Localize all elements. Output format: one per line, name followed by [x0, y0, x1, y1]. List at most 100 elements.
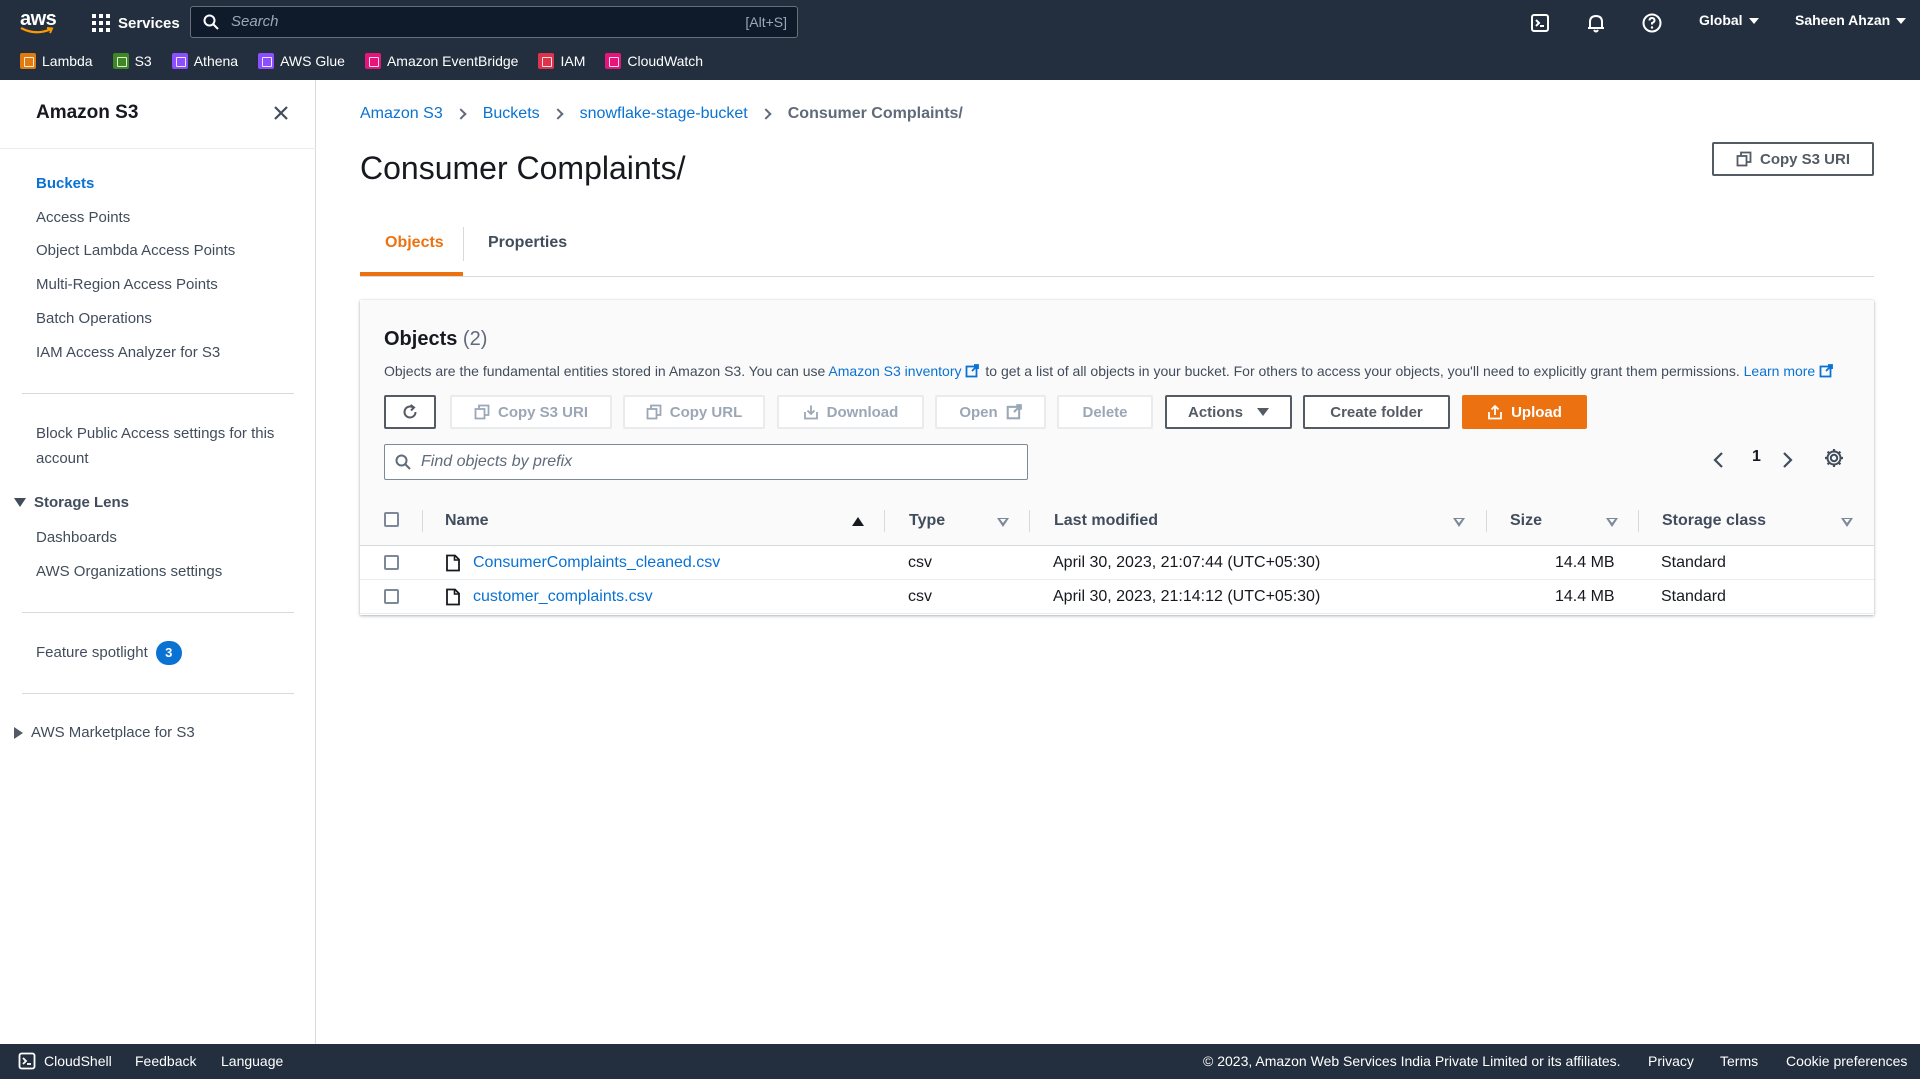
account-menu[interactable]: Saheen Ahzan: [1795, 12, 1907, 28]
cloudshell-label: CloudShell: [44, 1053, 112, 1069]
sidebar-item-iam-access-analyzer[interactable]: IAM Access Analyzer for S3: [36, 344, 220, 361]
select-all-checkbox[interactable]: [384, 512, 399, 527]
favorite-iam[interactable]: IAM: [538, 53, 585, 69]
footer: CloudShell Feedback Language © 2023, Ama…: [0, 1044, 1920, 1079]
chevron-right-icon: [760, 108, 772, 120]
global-search-input[interactable]: Search [Alt+S]: [190, 6, 798, 38]
delete-button[interactable]: Delete: [1057, 395, 1153, 429]
chevron-right-icon[interactable]: [1780, 450, 1794, 470]
favorite-s3[interactable]: S3: [112, 53, 152, 69]
terms-link[interactable]: Terms: [1720, 1053, 1758, 1069]
column-header-type[interactable]: Type: [909, 512, 945, 530]
object-last-modified: April 30, 2023, 21:14:12 (UTC+05:30): [1053, 588, 1321, 605]
sidebar-section-marketplace[interactable]: AWS Marketplace for S3: [14, 724, 195, 741]
help-icon[interactable]: [1641, 12, 1663, 34]
caret-down-icon: [1896, 18, 1907, 25]
favorite-lambda[interactable]: Lambda: [20, 53, 93, 69]
athena-icon: [171, 53, 188, 69]
copy-icon: [646, 404, 662, 420]
learn-more-link[interactable]: Learn more: [1744, 363, 1836, 379]
button-label: Copy URL: [669, 403, 743, 421]
s3-inventory-link[interactable]: Amazon S3 inventory: [828, 363, 981, 379]
sidebar-section-label: Storage Lens: [34, 494, 130, 511]
feedback-link[interactable]: Feedback: [135, 1053, 196, 1069]
sidebar-item-feature-spotlight[interactable]: Feature spotlight 3: [36, 641, 182, 665]
column-header-storage-class[interactable]: Storage class: [1662, 512, 1766, 530]
favorite-athena[interactable]: Athena: [171, 53, 238, 69]
sidebar-item-organizations-settings[interactable]: AWS Organizations settings: [36, 563, 222, 580]
button-label: Copy S3 URI: [497, 403, 588, 421]
column-header-name[interactable]: Name: [445, 512, 489, 530]
cloudshell-button[interactable]: CloudShell: [18, 1052, 112, 1070]
sidebar-item-dashboards[interactable]: Dashboards: [36, 529, 117, 546]
column-header-last-modified[interactable]: Last modified: [1054, 512, 1158, 530]
breadcrumb-amazon-s3[interactable]: Amazon S3: [360, 105, 443, 123]
copy-s3-uri-header-button[interactable]: Copy S3 URI: [1712, 142, 1874, 176]
sidebar-item-multi-region-access-points[interactable]: Multi-Region Access Points: [36, 276, 218, 293]
close-icon[interactable]: [272, 104, 290, 122]
aws-logo[interactable]: aws: [20, 8, 57, 36]
objects-count: (2): [462, 328, 488, 350]
copy-s3-uri-button[interactable]: Copy S3 URI: [450, 395, 612, 429]
chevron-left-icon[interactable]: [1712, 450, 1726, 470]
open-button[interactable]: Open: [935, 395, 1046, 429]
table-row[interactable]: customer_complaints.csv csv April 30, 20…: [360, 580, 1874, 614]
sort-icon[interactable]: [997, 518, 1009, 527]
tab-objects[interactable]: Objects: [385, 234, 444, 252]
breadcrumb-buckets[interactable]: Buckets: [483, 105, 540, 123]
search-shortcut-hint: [Alt+S]: [745, 14, 787, 30]
region-selector[interactable]: Global: [1699, 12, 1759, 28]
breadcrumb-bucket[interactable]: snowflake-stage-bucket: [580, 105, 748, 123]
grid-icon: [92, 14, 110, 32]
sidebar-item-buckets[interactable]: Buckets: [36, 175, 94, 192]
side-navigation: Amazon S3 Buckets Access Points Object L…: [0, 80, 316, 1044]
sidebar-item-access-points[interactable]: Access Points: [36, 209, 130, 226]
table-header: Name Type Last modified Size Storage cla…: [360, 496, 1874, 546]
column-divider: [1638, 510, 1639, 532]
favorite-label: Amazon EventBridge: [386, 53, 519, 69]
sidebar-item-batch-operations[interactable]: Batch Operations: [36, 310, 152, 327]
favorite-glue[interactable]: AWS Glue: [258, 53, 345, 69]
cloudshell-icon[interactable]: [1529, 12, 1551, 34]
row-checkbox[interactable]: [384, 555, 399, 570]
table-row[interactable]: ConsumerComplaints_cleaned.csv csv April…: [360, 546, 1874, 580]
sort-ascending-icon[interactable]: [852, 517, 864, 526]
lambda-icon: [20, 53, 36, 69]
actions-dropdown-button[interactable]: Actions: [1165, 395, 1292, 429]
upload-icon: [1488, 404, 1502, 420]
copy-url-button[interactable]: Copy URL: [623, 395, 765, 429]
sidebar-section-storage-lens[interactable]: Storage Lens: [14, 494, 129, 511]
column-header-size[interactable]: Size: [1510, 512, 1542, 530]
sort-icon[interactable]: [1841, 518, 1853, 527]
favorite-label: Lambda: [42, 53, 93, 69]
object-name-link[interactable]: ConsumerComplaints_cleaned.csv: [473, 554, 720, 571]
bell-icon[interactable]: [1585, 12, 1607, 34]
cookie-preferences-link[interactable]: Cookie preferences: [1786, 1053, 1907, 1069]
object-last-modified: April 30, 2023, 21:07:44 (UTC+05:30): [1053, 554, 1321, 571]
favorite-cloudwatch[interactable]: CloudWatch: [605, 53, 703, 69]
sort-icon[interactable]: [1606, 518, 1618, 527]
sort-icon[interactable]: [1453, 518, 1465, 527]
language-link[interactable]: Language: [221, 1053, 283, 1069]
services-menu-button[interactable]: Services: [92, 12, 180, 34]
sidebar-item-block-public-access[interactable]: Block Public Access settings for this ac…: [36, 421, 276, 471]
description-text: Objects are the fundamental entities sto…: [384, 363, 826, 379]
gear-icon[interactable]: [1823, 447, 1845, 469]
copyright-text: © 2023, Amazon Web Services India Privat…: [1203, 1053, 1621, 1069]
chevron-right-icon: [455, 108, 467, 120]
favorite-eventbridge[interactable]: Amazon EventBridge: [364, 53, 519, 69]
download-button[interactable]: Download: [777, 395, 924, 429]
objects-description: Objects are the fundamental entities sto…: [384, 363, 1835, 379]
tab-properties[interactable]: Properties: [488, 234, 567, 252]
find-objects-input[interactable]: Find objects by prefix: [384, 444, 1028, 480]
upload-button[interactable]: Upload: [1462, 395, 1587, 429]
row-checkbox[interactable]: [384, 589, 399, 604]
sidebar-item-object-lambda-access-points[interactable]: Object Lambda Access Points: [36, 242, 235, 259]
page-number[interactable]: 1: [1752, 448, 1761, 466]
create-folder-button[interactable]: Create folder: [1303, 395, 1450, 429]
favorite-label: CloudWatch: [627, 53, 704, 69]
object-name-link[interactable]: customer_complaints.csv: [473, 588, 653, 605]
privacy-link[interactable]: Privacy: [1648, 1053, 1694, 1069]
eventbridge-icon: [364, 53, 381, 69]
refresh-button[interactable]: [384, 395, 436, 429]
